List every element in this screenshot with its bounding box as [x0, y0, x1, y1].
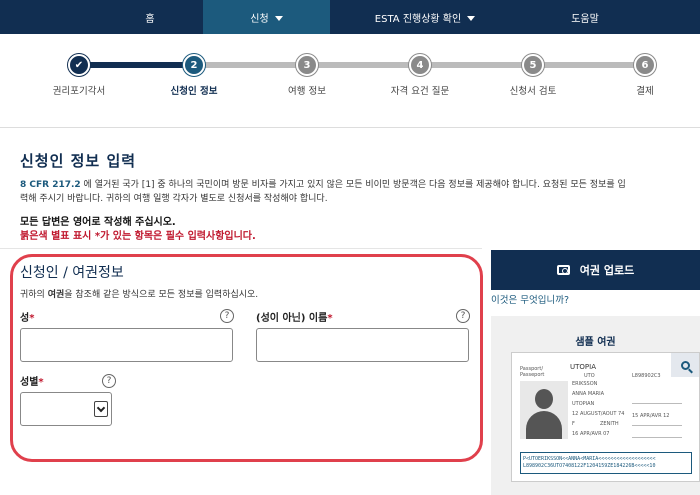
step-label: 신청인 정보	[170, 86, 218, 97]
caret-down-icon	[467, 15, 476, 21]
gender-label: 성별*	[20, 377, 44, 388]
step-label: 결제	[636, 86, 654, 97]
required-note: 붉은색 별표 표시 *가 있는 항목은 필수 입력사항입니다.	[20, 231, 256, 242]
passport-mrz: P<UTOERIKSSON<<ANNA<MARIA<<<<<<<<<<<<<<<…	[520, 452, 692, 474]
form-title: 신청인 / 여권정보	[20, 265, 124, 281]
page-title: 신청인 정보 입력	[20, 152, 137, 170]
person-body-icon	[526, 411, 562, 439]
section-border	[0, 248, 482, 249]
gender-help-icon[interactable]: ?	[102, 374, 116, 388]
step-1-checkmark-icon: ✔	[68, 54, 90, 76]
cfr-reference: 8 CFR 217.2	[20, 180, 81, 190]
sample-passport-image[interactable]: UTOPIA Passport/ Passeport UTO L898902C3…	[511, 352, 700, 482]
camera-icon	[556, 265, 570, 275]
nav-item-help[interactable]: 도움말	[520, 0, 650, 34]
sample-passport-panel: 샘플 여권 UTOPIA Passport/ Passeport UTO L89…	[491, 316, 700, 495]
chevron-down-icon	[94, 401, 108, 417]
surname-input[interactable]	[20, 328, 233, 362]
gender-select[interactable]	[20, 392, 112, 426]
nav-item-label: 신청	[250, 13, 269, 25]
step-2-circle: 2	[183, 54, 205, 76]
passport-upload-button[interactable]: 여권 업로드	[491, 250, 700, 290]
person-head-icon	[535, 389, 553, 409]
step-label: 자격 요건 질문	[390, 86, 450, 97]
sample-passport-title: 샘플 여권	[575, 337, 616, 348]
top-nav: 홈 신청 ESTA 진행상황 확인 도움말	[0, 0, 700, 34]
what-is-this-link[interactable]: 이것은 무엇입니까?	[491, 292, 569, 306]
step-6-circle: 6	[634, 54, 656, 76]
nav-item-label: 도움말	[571, 13, 599, 25]
step-connector	[79, 62, 196, 68]
given-name-help-icon[interactable]: ?	[456, 309, 470, 323]
intro-text: 8 CFR 217.2 에 열거된 국가 [1] 중 하나의 국민이며 방문 비…	[20, 180, 626, 204]
nav-item-label: 홈	[145, 13, 155, 25]
given-name-label: (성이 아닌) 이름*	[256, 313, 333, 324]
nav-item-home[interactable]: 홈	[97, 0, 203, 34]
caret-down-icon	[274, 15, 283, 21]
divider	[0, 127, 700, 128]
step-5-circle: 5	[522, 54, 544, 76]
nav-item-label: ESTA 진행상황 확인	[374, 13, 462, 25]
step-label: 신청서 검토	[509, 86, 557, 97]
step-4-circle: 4	[409, 54, 431, 76]
passport-country: UTOPIA	[570, 363, 596, 371]
english-note: 모든 답변은 영어로 작성해 주십시오.	[20, 217, 176, 228]
nav-item-check-status[interactable]: ESTA 진행상황 확인	[330, 0, 520, 34]
given-name-input[interactable]	[256, 328, 469, 362]
step-label: 권리포기각서	[52, 86, 106, 97]
step-label: 여행 정보	[288, 86, 326, 97]
passport-photo	[520, 381, 568, 439]
form-description: 귀하의 여권을 참조해 같은 방식으로 모든 정보를 입력하십시오.	[20, 290, 259, 300]
surname-help-icon[interactable]: ?	[220, 309, 234, 323]
progress-stepper: ✔ 2 3 4 5 6 권리포기각서 신청인 정보 여행 정보 자격 요건 질문…	[0, 34, 700, 106]
step-3-circle: 3	[296, 54, 318, 76]
zoom-icon[interactable]	[671, 353, 699, 377]
surname-label: 성*	[20, 313, 35, 324]
nav-item-apply[interactable]: 신청	[203, 0, 330, 34]
